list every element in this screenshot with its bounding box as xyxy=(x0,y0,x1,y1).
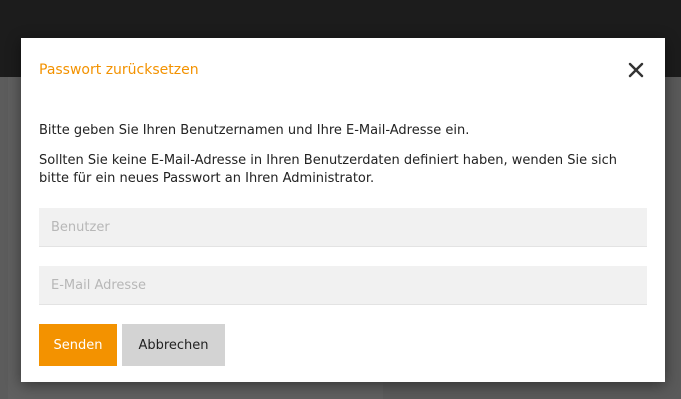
send-button[interactable]: Senden xyxy=(39,324,117,366)
username-input[interactable] xyxy=(39,208,647,247)
email-input[interactable] xyxy=(39,266,647,305)
close-button[interactable] xyxy=(625,59,647,81)
reset-password-dialog: Passwort zurücksetzen Bitte geben Sie Ih… xyxy=(21,38,665,382)
close-icon xyxy=(628,62,644,78)
admin-hint-text: Sollten Sie keine E-Mail-Adresse in Ihre… xyxy=(39,153,617,186)
cancel-button[interactable]: Abbrechen xyxy=(122,324,225,366)
dialog-title: Passwort zurücksetzen xyxy=(39,62,199,78)
instruction-text: Bitte geben Sie Ihren Benutzernamen und … xyxy=(39,123,470,138)
